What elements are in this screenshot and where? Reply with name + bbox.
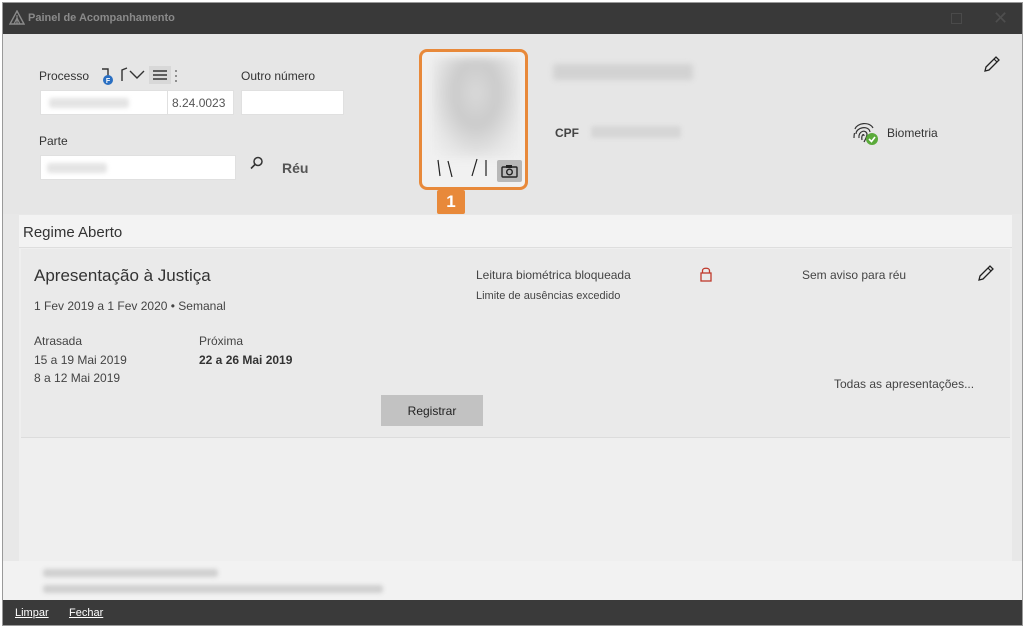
parte-label: Parte (39, 134, 68, 148)
main-window: Painel de Acompanhamento ✕ Processo F 8.… (2, 2, 1023, 626)
menu-icon[interactable] (149, 66, 179, 84)
title-bar: Painel de Acompanhamento ✕ (3, 3, 1022, 34)
pin-icon[interactable] (119, 67, 129, 83)
card-title: Apresentação à Justiça (34, 266, 211, 285)
outro-numero-label: Outro número (241, 69, 316, 83)
header-area: Processo F 8.24.0023 Outro número Parte (3, 34, 1022, 214)
edit-apresentacao-icon[interactable] (977, 264, 995, 282)
svg-text:F: F (106, 78, 111, 85)
cpf-label: CPF (555, 126, 579, 140)
regime-header: Regime Aberto (19, 215, 1012, 248)
reu-label: Réu (282, 160, 309, 176)
registrar-button[interactable]: Registrar (381, 395, 483, 426)
app-logo-icon (9, 10, 25, 25)
atrasada-item: 15 a 19 Mai 2019 (34, 353, 127, 367)
photo-blurred (432, 58, 520, 158)
limpar-button[interactable]: Limpar (15, 607, 49, 619)
aviso-text: Sem aviso para réu (802, 268, 907, 282)
footer-line-blurred (43, 569, 218, 577)
parte-name-blurred (47, 163, 107, 173)
card-period: 1 Fev 2019 a 1 Fev 2020 • Semanal (34, 299, 226, 313)
edit-person-icon[interactable] (983, 55, 1001, 73)
processo-label: Processo (39, 69, 90, 83)
bottom-bar: Limpar Fechar (3, 600, 1022, 625)
todas-apresentacoes-link[interactable]: Todas as apresentações... (834, 377, 974, 391)
chevron-down-icon[interactable] (129, 69, 145, 81)
process-link-icon[interactable]: F (100, 66, 118, 86)
person-name-blurred (553, 64, 693, 80)
regime-panel: Regime Aberto Apresentação à Justiça 1 F… (19, 215, 1012, 561)
window-title: Painel de Acompanhamento (28, 12, 175, 24)
limite-status: Limite de ausências excedido (476, 290, 621, 302)
footer-line-blurred (43, 585, 383, 593)
outro-numero-input[interactable] (241, 90, 344, 115)
processo-suffix-input[interactable]: 8.24.0023 (167, 90, 234, 115)
search-icon[interactable] (250, 156, 264, 170)
person-photo[interactable] (419, 49, 528, 190)
biometria-label: Biometria (887, 126, 938, 140)
atrasada-item: 8 a 12 Mai 2019 (34, 371, 121, 385)
lock-icon (700, 267, 712, 282)
parte-input[interactable] (40, 155, 236, 180)
close-button[interactable]: ✕ (993, 9, 1008, 27)
cpf-value-blurred (591, 126, 681, 138)
camera-icon (501, 165, 518, 178)
proxima-value: 22 a 26 Mai 2019 (199, 353, 293, 367)
apresentacao-card: Apresentação à Justiça 1 Fev 2019 a 1 Fe… (21, 249, 1010, 438)
leitura-status: Leitura biométrica bloqueada (476, 268, 631, 282)
maximize-button[interactable] (951, 13, 962, 24)
camera-button[interactable] (497, 160, 522, 182)
regime-title: Regime Aberto (23, 224, 123, 241)
atrasada-label: Atrasada (34, 334, 83, 348)
processo-number-blurred (49, 98, 129, 108)
fingerprint-icon[interactable] (851, 119, 879, 147)
processo-number-input[interactable] (40, 90, 168, 115)
proxima-label: Próxima (199, 334, 244, 348)
photo-badge: 1 (437, 190, 465, 214)
fechar-button[interactable]: Fechar (69, 607, 103, 619)
footer-info (3, 561, 1022, 601)
